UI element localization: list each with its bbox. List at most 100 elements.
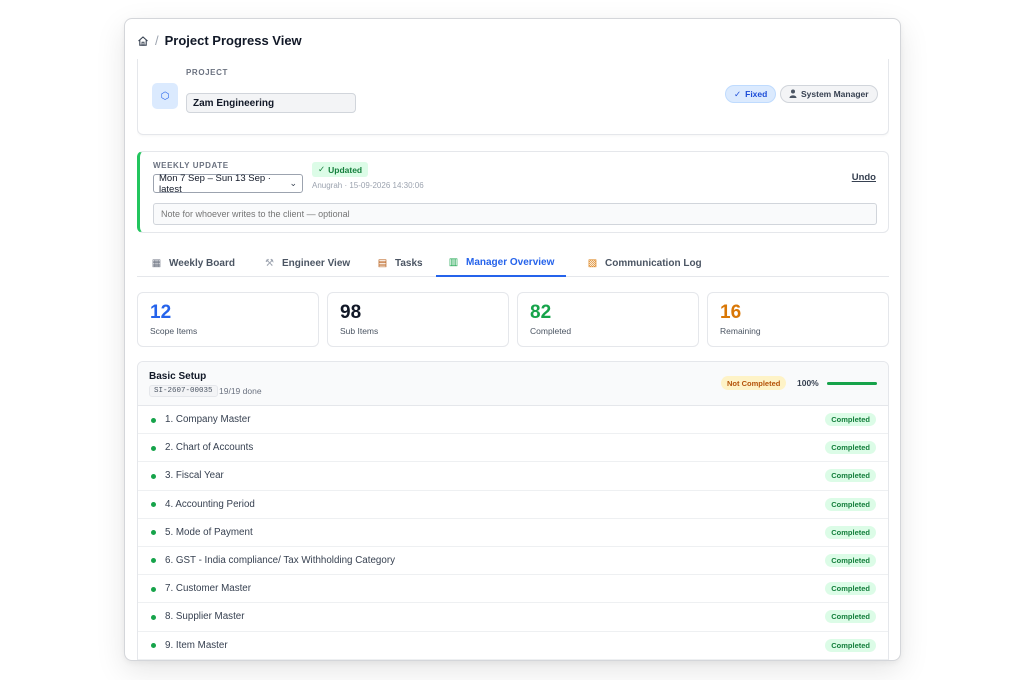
section-code: SI-2607-00035 [149,385,218,397]
status-dot [151,558,156,564]
project-name-field[interactable] [186,93,356,113]
project-label: PROJECT [186,68,228,77]
progress-bar [827,382,877,385]
tab-manager-overview[interactable]: ▥ Manager Overview [436,249,567,277]
stat-value: 98 [340,302,362,323]
clipboard-icon: ▤ [377,257,388,269]
week-select-value: Mon 7 Sep – Sun 13 Sep · latest [159,172,271,195]
item-label: 1. Company Master [165,414,251,425]
stat-card-sub-items: 98 Sub Items [327,292,509,347]
item-status-badge: Completed [825,638,876,652]
status-dot [151,417,156,423]
status-dot [151,614,156,620]
status-dot [151,530,156,536]
list-item[interactable]: 8. Supplier Master Completed [138,603,888,632]
scroll-icon: ▧ [587,257,598,269]
scope-item-list: 1. Company Master Completed 2. Chart of Ac… [138,406,888,660]
tab-engineer-view[interactable]: ⚒ Engineer View [252,249,362,277]
bar-chart-icon: ▥ [448,256,459,268]
item-status-badge: Completed [825,582,876,596]
weekly-update-label: WEEKLY UPDATE [153,161,229,170]
tab-label: Tasks [395,257,423,269]
status-dot [151,643,156,648]
list-item[interactable]: 4. Accounting Period Completed [138,491,888,519]
tab-label: Communication Log [605,257,702,269]
home-icon[interactable] [137,34,149,46]
fixed-badge[interactable]: ✓ Fixed [725,85,777,103]
check-icon: ✓ [318,164,326,174]
list-item[interactable]: 2. Chart of Accounts Completed [138,434,888,463]
tab-tasks[interactable]: ▤ Tasks [365,249,435,277]
status-dot [151,473,156,479]
item-status-badge: Completed [825,525,876,539]
tab-bar: ▦ Weekly Board ⚒ Engineer View ▤ Tasks ▥… [137,249,889,277]
weekly-update-card: WEEKLY UPDATE Mon 7 Sep – Sun 13 Sep · l… [137,151,889,233]
section-title: Basic Setup [149,371,207,382]
role-badge[interactable]: System Manager [780,85,878,103]
app-window: / Project Progress View ⬡ PROJECT ✓ Fixe… [124,18,901,661]
updated-label: Updated [328,164,363,175]
section-done-count: 19/19 done [219,386,262,396]
update-meta: Anugrah · 15-09-2026 14:30:06 [312,181,424,190]
role-label: System Manager [801,89,869,99]
client-note-field[interactable] [153,203,877,225]
undo-button[interactable]: Undo [852,172,876,183]
list-item[interactable]: 7. Customer Master Completed [138,575,888,604]
list-item[interactable]: 6. GST - India compliance/ Tax Withholdi… [138,547,888,576]
breadcrumb: / Project Progress View [137,31,302,49]
tab-label: Weekly Board [169,257,235,269]
wrench-icon: ⚒ [265,257,274,269]
item-label: 5. Mode of Payment [165,526,253,538]
breadcrumb-separator: / [155,32,159,48]
tab-label: Engineer View [282,257,351,269]
user-icon [789,89,797,100]
status-dot [151,586,156,592]
check-icon: ✓ [734,88,742,99]
week-select[interactable]: Mon 7 Sep – Sun 13 Sep · latest ⌄ [153,172,303,195]
status-dot [151,445,156,451]
scope-section: Basic Setup SI-2607-00035 19/19 done Not… [137,361,889,660]
stat-label: Sub Items [340,326,379,336]
status-dot [151,502,156,508]
item-status-badge: Completed [825,469,876,483]
list-item[interactable]: 5. Mode of Payment Completed [138,519,888,547]
calendar-icon: ▦ [151,257,162,269]
project-card: ⬡ PROJECT ✓ Fixed System Manager [137,59,889,135]
fixed-label: Fixed [745,89,768,99]
chevron-down-icon: ⌄ [289,178,297,188]
updated-badge: ✓ Updated [312,162,369,177]
item-status-badge: Completed [825,553,876,567]
stat-label: Completed [530,326,572,336]
item-label: 4. Accounting Period [165,498,255,510]
item-status-badge: Completed [825,497,876,511]
item-label: 8. Supplier Master [165,611,245,623]
list-item[interactable]: 3. Fiscal Year Completed [138,462,888,491]
status-badge: Not Completed [721,376,787,390]
progress-percent: 100% [797,378,819,388]
tab-weekly-board[interactable]: ▦ Weekly Board [139,249,247,277]
main-content: ⬡ PROJECT ✓ Fixed System Manager WEEKLY … [137,59,889,660]
stat-card-completed: 82 Completed [517,292,699,347]
stat-value: 16 [720,302,742,323]
list-item[interactable]: 9. Item Master Completed [138,632,888,660]
item-label: 7. Customer Master [165,583,252,595]
stat-card-remaining: 16 Remaining [707,292,889,347]
progress-bar-fill [827,382,877,385]
page-title: Project Progress View [164,32,302,48]
tab-label: Manager Overview [466,256,555,268]
item-label: 6. GST - India compliance/ Tax Withholdi… [165,554,395,566]
item-status-badge: Completed [825,413,876,426]
stat-value: 12 [150,302,172,323]
item-label: 9. Item Master [165,639,228,651]
hexagon-icon: ⬡ [152,83,178,109]
stat-label: Scope Items [150,326,198,336]
item-label: 2. Chart of Accounts [165,442,254,454]
item-status-badge: Completed [825,610,876,624]
item-label: 3. Fiscal Year [165,470,224,482]
section-header[interactable]: Basic Setup SI-2607-00035 19/19 done Not… [138,362,888,406]
tab-communication-log[interactable]: ▧ Communication Log [575,249,714,277]
list-item[interactable]: 1. Company Master Completed [138,406,888,435]
stat-card-scope-items: 12 Scope Items [137,292,319,347]
stat-value: 82 [530,302,552,323]
stat-label: Remaining [720,326,761,336]
